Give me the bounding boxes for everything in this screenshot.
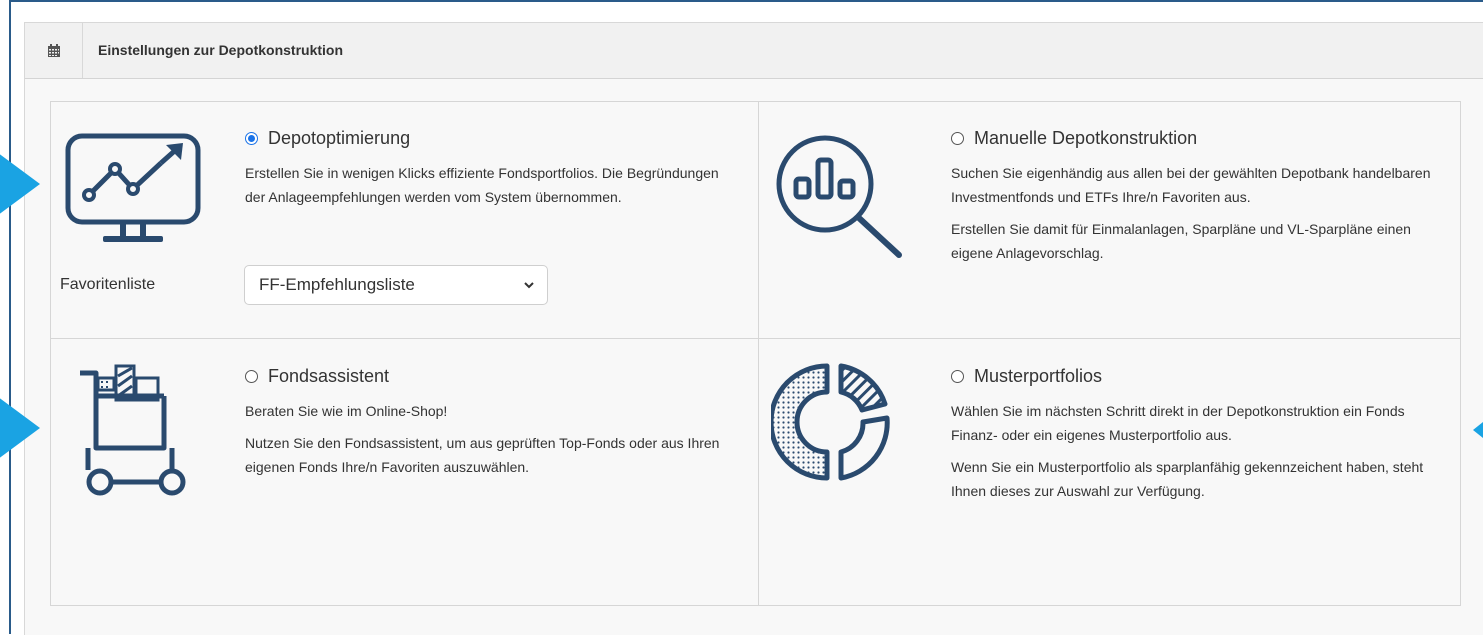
radio-option-fondsassistent[interactable]: Fondsassistent (245, 366, 389, 387)
header-icon-cell (25, 23, 83, 78)
description-paragraph: Nutzen Sie den Fondsassistent, um aus ge… (245, 435, 720, 475)
option-label: Depotoptimierung (268, 128, 411, 148)
radio-option-musterportfolios[interactable]: Musterportfolios (951, 366, 1102, 387)
depot-settings-panel: Einstellungen zur Depotkonstruktion Favo… (24, 22, 1483, 635)
option-label: Musterportfolios (974, 366, 1103, 386)
radio-fondsassistent[interactable] (245, 370, 258, 383)
shopping-cart-icon (80, 364, 186, 496)
chevron-down-icon (524, 282, 534, 289)
radio-option-manuelle[interactable]: Manuelle Depotkonstruktion (951, 128, 1197, 149)
option-musterportfolios[interactable]: Musterportfolios Wählen Sie im nächsten … (759, 339, 1460, 605)
arrow-marker-icon (1473, 422, 1483, 438)
option-description: Wählen Sie im nächsten Schritt direkt in… (951, 399, 1436, 511)
description-paragraph: Suchen Sie eigenhändig aus allen bei der… (951, 165, 1431, 205)
panel-title: Einstellungen zur Depotkonstruktion (98, 42, 344, 58)
option-manuelle-depotkonstruktion[interactable]: Manuelle Depotkonstruktion Suchen Sie ei… (759, 102, 1460, 338)
donut-chart-icon (771, 363, 890, 481)
options-grid: Favoritenliste Depotoptimierung Erstelle… (50, 101, 1461, 606)
radio-manuelle[interactable] (951, 132, 964, 145)
description-paragraph: Erstellen Sie damit für Einmalanlagen, S… (951, 221, 1411, 261)
radio-depotoptimierung[interactable] (245, 132, 258, 145)
favorites-select-value: FF-Empfehlungsliste (259, 275, 415, 294)
window-top-border (9, 0, 1483, 2)
chart-monitor-icon (65, 133, 201, 242)
magnifier-chart-icon (776, 135, 902, 258)
radio-option-depotoptimierung[interactable]: Depotoptimierung (245, 128, 410, 149)
calendar-icon (47, 43, 60, 57)
radio-musterportfolios[interactable] (951, 370, 964, 383)
favorites-label: Favoritenliste (60, 276, 156, 293)
option-description: Erstellen Sie in wenigen Klicks effizien… (245, 161, 730, 217)
arrow-marker-icon (0, 394, 40, 462)
option-label: Manuelle Depotkonstruktion (974, 128, 1198, 148)
favorites-select[interactable]: FF-Empfehlungsliste (244, 265, 548, 305)
description-paragraph: Wählen Sie im nächsten Schritt direkt in… (951, 403, 1405, 443)
window-left-border (9, 0, 11, 634)
option-description: Beraten Sie wie im Online-Shop! Nutzen S… (245, 399, 730, 487)
option-label: Fondsassistent (268, 366, 390, 386)
description-paragraph: Wenn Sie ein Musterportfolio als sparpla… (951, 459, 1424, 499)
description-paragraph: Erstellen Sie in wenigen Klicks effizien… (245, 165, 719, 205)
option-description: Suchen Sie eigenhändig aus allen bei der… (951, 161, 1436, 273)
option-depotoptimierung[interactable]: Favoritenliste Depotoptimierung Erstelle… (51, 102, 758, 338)
panel-header: Einstellungen zur Depotkonstruktion (25, 23, 1483, 79)
description-paragraph: Beraten Sie wie im Online-Shop! (245, 403, 448, 419)
arrow-marker-icon (0, 150, 40, 218)
option-fondsassistent[interactable]: Fondsassistent Beraten Sie wie im Online… (51, 339, 758, 605)
